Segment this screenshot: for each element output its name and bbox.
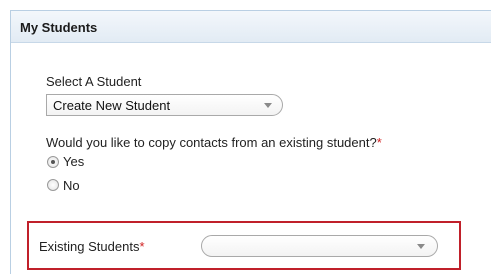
radio-no-label: No — [63, 178, 80, 193]
chevron-down-icon — [264, 103, 272, 108]
select-student-value: Create New Student — [53, 98, 171, 113]
radio-yes[interactable] — [47, 156, 59, 168]
copy-contacts-question: Would you like to copy contacts from an … — [46, 135, 382, 150]
chevron-down-icon — [417, 244, 425, 249]
select-student-dropdown[interactable]: Create New Student — [46, 94, 283, 116]
panel-title: My Students — [20, 20, 98, 35]
existing-students-label: Existing Students* — [39, 239, 145, 254]
radio-yes-label: Yes — [63, 154, 85, 169]
select-student-label: Select A Student — [46, 74, 142, 89]
radio-selected-dot — [51, 160, 55, 164]
existing-students-dropdown[interactable] — [201, 235, 438, 257]
radio-no[interactable] — [47, 179, 59, 191]
panel-header: My Students — [11, 11, 491, 43]
required-indicator: * — [376, 135, 382, 150]
required-indicator: * — [139, 239, 145, 254]
